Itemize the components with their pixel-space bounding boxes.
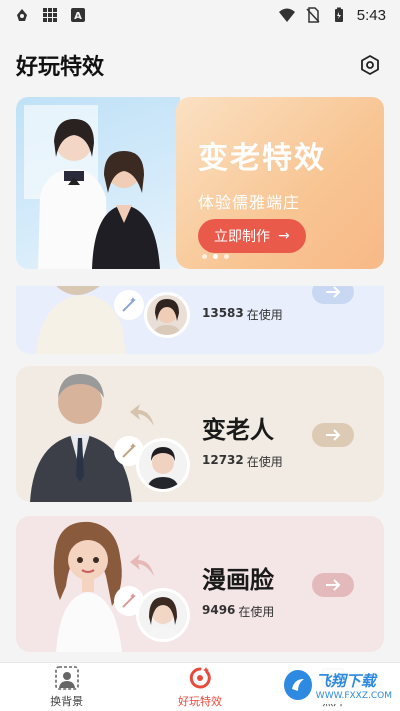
arrow-right-icon xyxy=(326,286,341,298)
magic-wand-icon xyxy=(114,290,144,320)
status-left: A xyxy=(14,7,86,23)
card-child-text: 13583 在使用 xyxy=(202,298,283,323)
make-now-label: 立即制作 xyxy=(214,229,270,245)
banner-prev-slide[interactable] xyxy=(16,97,180,269)
banner-portrait-image xyxy=(24,105,160,269)
card-child-usage: 13583 在使用 xyxy=(202,306,283,323)
effects-icon xyxy=(189,666,211,688)
banner-title: 变老特效 xyxy=(198,141,326,176)
usage-suffix: 在使用 xyxy=(246,455,283,469)
watermark-logo: 飞翔下载 WWW.FXXZ.COM xyxy=(280,666,392,704)
arrow-right-icon xyxy=(326,429,341,441)
status-time: 5:43 xyxy=(356,6,386,24)
usage-count: 9496 xyxy=(202,603,236,617)
battery-icon xyxy=(334,7,343,22)
card-old-text: 变老人 12732 在使用 xyxy=(202,410,283,470)
arrow-right-icon xyxy=(326,579,341,591)
nav-item-change-background[interactable]: 换背景 xyxy=(0,663,133,711)
nav-label: 换背景 xyxy=(50,694,84,708)
notification-icon xyxy=(17,9,27,21)
arrow-right-icon: → xyxy=(278,228,290,244)
card-cartoon-avatar xyxy=(136,588,190,642)
nav-item-effects[interactable]: 好玩特效 xyxy=(133,663,266,711)
transform-arrow-icon xyxy=(130,554,154,576)
status-right: 5:43 xyxy=(278,6,386,24)
watermark-title: 飞翔下载 xyxy=(315,671,376,690)
effect-card-child[interactable]: 13583 在使用 xyxy=(16,286,384,354)
carousel-dots xyxy=(202,254,229,259)
no-sim-icon xyxy=(306,7,320,23)
banner-active-slide[interactable]: 变老特效 体验儒雅端庄 立即制作 → xyxy=(176,97,384,269)
card-old-avatar xyxy=(136,438,190,492)
portrait-icon xyxy=(54,665,79,690)
banner-carousel[interactable]: 变老特效 体验儒雅端庄 立即制作 → xyxy=(16,97,384,269)
card-child-avatar xyxy=(144,292,190,338)
carousel-dot xyxy=(224,254,229,259)
usage-count: 12732 xyxy=(202,453,244,467)
usage-suffix: 在使用 xyxy=(238,605,275,619)
page-header: 好玩特效 xyxy=(0,40,400,90)
card-cartoon-name: 漫画脸 xyxy=(202,566,274,594)
transform-arrow-icon xyxy=(130,404,154,426)
settings-hexagon-icon xyxy=(361,55,379,75)
make-now-button[interactable]: 立即制作 → xyxy=(198,219,306,253)
grid-icon xyxy=(43,8,57,22)
status-bar: A 5:43 xyxy=(0,0,400,30)
svg-text:A: A xyxy=(74,11,82,22)
settings-button[interactable] xyxy=(356,51,384,79)
card-child-arrow-button[interactable] xyxy=(312,286,354,304)
page-title: 好玩特效 xyxy=(16,55,105,80)
card-child-figure xyxy=(36,286,126,354)
effect-card-old[interactable]: 变老人 12732 在使用 xyxy=(16,366,384,502)
card-old-arrow-button[interactable] xyxy=(312,423,354,447)
a-icon: A xyxy=(71,8,85,22)
banner-subtitle: 体验儒雅端庄 xyxy=(198,193,301,212)
card-cartoon-text: 漫画脸 9496 在使用 xyxy=(202,560,274,620)
watermark-text: 飞翔下载 WWW.FXXZ.COM xyxy=(316,670,392,701)
card-cartoon-arrow-button[interactable] xyxy=(312,573,354,597)
carousel-dot-active xyxy=(213,254,218,259)
nav-label: 好玩特效 xyxy=(177,694,222,708)
usage-suffix: 在使用 xyxy=(246,308,283,322)
watermark-icon xyxy=(284,670,312,700)
carousel-dot xyxy=(202,254,207,259)
card-cartoon-usage: 9496 在使用 xyxy=(202,603,274,620)
card-old-usage: 12732 在使用 xyxy=(202,453,283,470)
usage-count: 13583 xyxy=(202,306,244,320)
wifi-icon xyxy=(278,8,295,22)
effect-card-cartoon[interactable]: 漫画脸 9496 在使用 xyxy=(16,516,384,652)
watermark-url: WWW.FXXZ.COM xyxy=(315,690,392,701)
card-old-name: 变老人 xyxy=(202,416,274,444)
